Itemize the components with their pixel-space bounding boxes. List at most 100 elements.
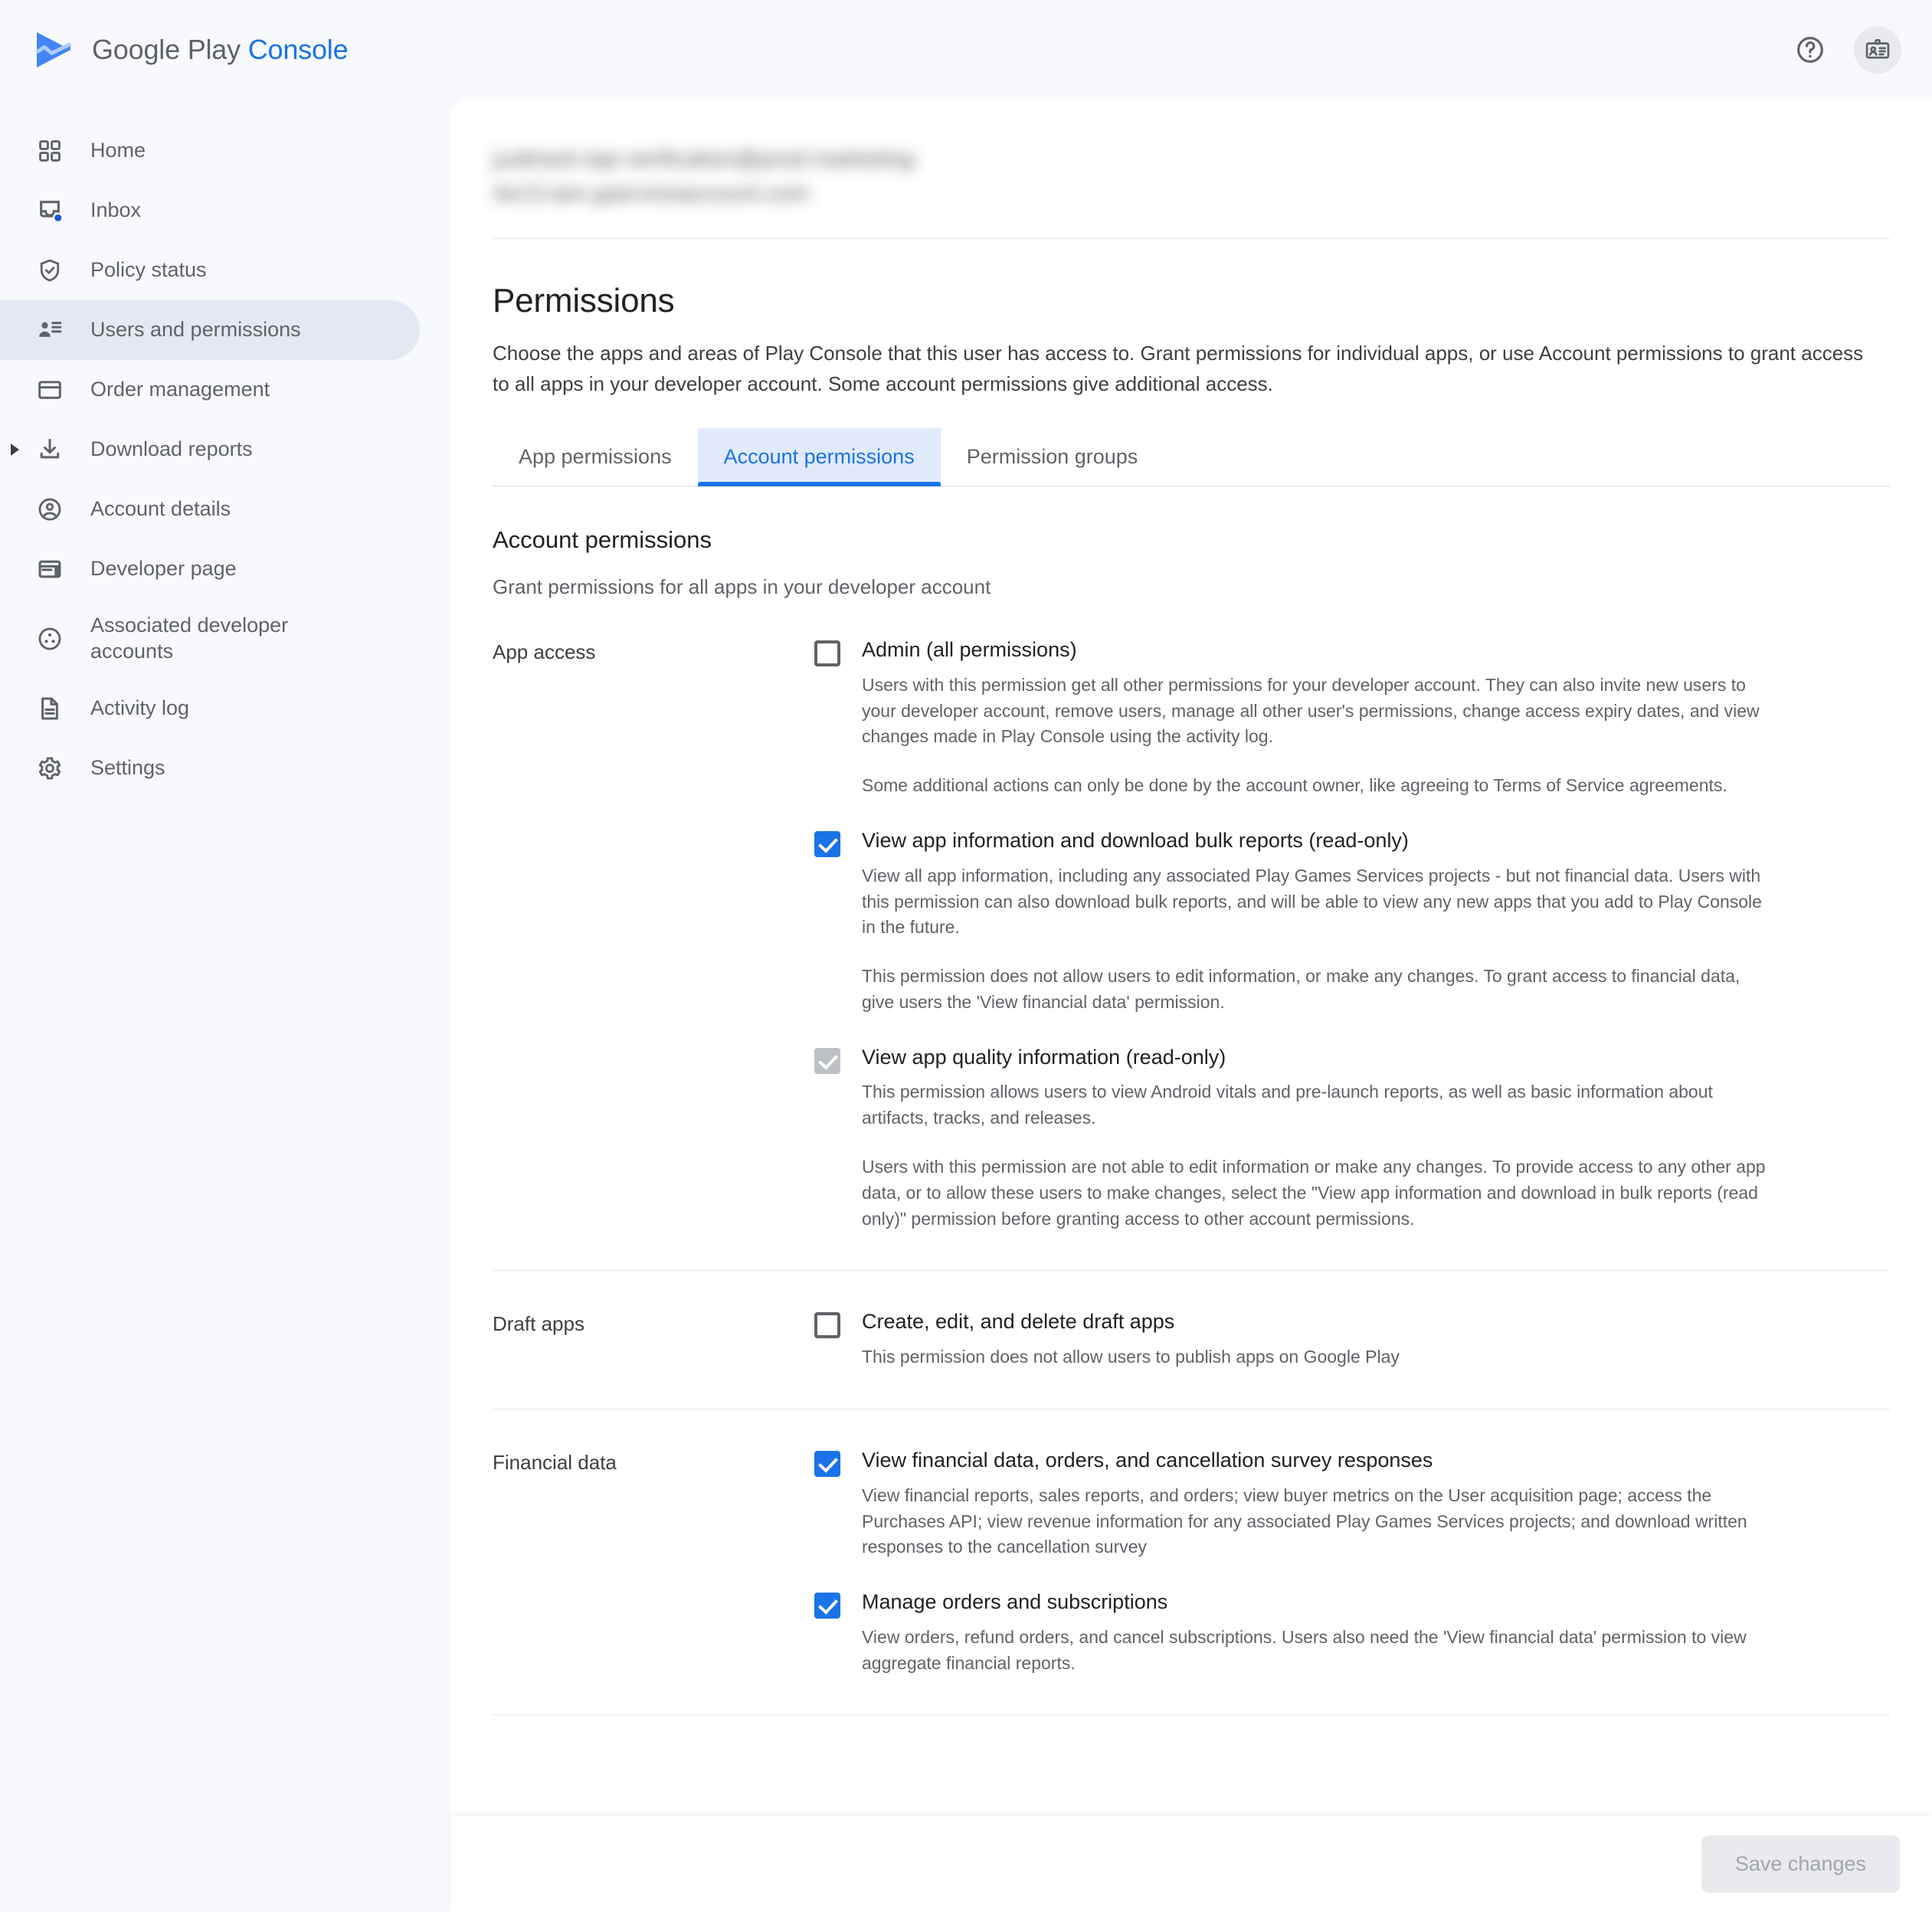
brand-title: Google Play Console	[92, 34, 349, 66]
sidebar-item-order-management[interactable]: Order management	[0, 360, 420, 420]
sidebar-item-label: Policy status	[90, 258, 207, 282]
permission-label: View app quality information (read-only)	[862, 1045, 1226, 1069]
permission-group-draft-apps: Draft apps Create, edit, and delete draf…	[493, 1271, 1890, 1370]
user-email-line-2: 4e13.iam.gserviceaccount.com	[493, 181, 810, 206]
permission-item-list: View financial data, orders, and cancell…	[814, 1448, 1890, 1676]
bottom-bar-sidebar-fill	[0, 1815, 450, 1912]
permission-description: View orders, refund orders, and cancel s…	[862, 1626, 1747, 1673]
sidebar-item-label: Activity log	[90, 696, 190, 720]
sidebar-item-account-details[interactable]: Account details	[0, 480, 420, 539]
sidebar-item-label: Settings	[90, 756, 165, 780]
permission-label: Create, edit, and delete draft apps	[862, 1310, 1175, 1334]
account-circle-icon	[32, 492, 67, 527]
permission-description: Users with this permission get all other…	[862, 674, 1760, 747]
permission-description: This permission does not allow users to …	[862, 966, 1740, 1012]
document-lines-icon	[32, 691, 67, 726]
page-description: Choose the apps and areas of Play Consol…	[493, 342, 1864, 395]
page-title: Permissions	[493, 282, 675, 319]
permission-item-admin: Admin (all permissions) Users with this …	[814, 637, 1890, 799]
user-identity-header: justtrack-tap-verification@prod-marketin…	[450, 100, 1932, 211]
content-card: justtrack-tap-verification@prod-marketin…	[450, 100, 1932, 1815]
checkbox-view-app-information[interactable]	[814, 830, 840, 857]
permission-group-label: App access	[493, 640, 596, 664]
top-bar: Google Play Console	[0, 0, 1932, 100]
permission-label: Manage orders and subscriptions	[862, 1590, 1168, 1614]
sidebar-item-label: Account details	[90, 497, 231, 521]
sidebar-item-policy-status[interactable]: Policy status	[0, 241, 420, 300]
save-changes-button[interactable]: Save changes	[1701, 1835, 1900, 1893]
checkbox-view-financial-data[interactable]	[814, 1450, 840, 1477]
permission-item-draft-apps: Create, edit, and delete draft apps This…	[814, 1309, 1890, 1370]
sidebar-item-settings[interactable]: Settings	[0, 738, 420, 798]
tab-permission-groups[interactable]: Permission groups	[941, 428, 1164, 486]
sidebar-item-label: Associated developer accounts	[90, 614, 289, 663]
bottom-action-bar: Save changes	[450, 1815, 1932, 1912]
permission-group-financial-data: Financial data View financial data, orde…	[493, 1409, 1890, 1676]
permission-text: View financial data, orders, and cancell…	[862, 1448, 1890, 1560]
permission-item-manage-orders: Manage orders and subscriptions View ord…	[814, 1590, 1890, 1676]
sidebar-item-developer-page[interactable]: Developer page	[0, 539, 420, 599]
user-email-redacted: justtrack-tap-verification@prod-marketin…	[493, 142, 1075, 211]
checkbox-view-app-quality-information	[814, 1047, 840, 1074]
checkbox-create-edit-delete-draft-apps[interactable]	[814, 1312, 840, 1339]
checkbox-admin[interactable]	[814, 640, 840, 667]
permission-label: View financial data, orders, and cancell…	[862, 1448, 1433, 1472]
sidebar-item-inbox[interactable]: Inbox	[0, 181, 420, 241]
permission-group-label: Draft apps	[493, 1312, 585, 1336]
grid-apps-icon	[32, 133, 67, 169]
permission-item-view-app-quality: View app quality information (read-only)…	[814, 1045, 1890, 1233]
permission-text: View app information and download bulk r…	[862, 828, 1890, 1016]
permission-text: Admin (all permissions) Users with this …	[862, 637, 1890, 799]
sidebar: Home Inbox Policy status Users and permi…	[0, 100, 450, 1912]
permission-description: Some additional actions can only be done…	[862, 775, 1727, 796]
inbox-icon	[32, 193, 67, 228]
users-permissions-icon	[32, 313, 67, 348]
permission-label: View app information and download bulk r…	[862, 828, 1409, 852]
permission-text: Create, edit, and delete draft apps This…	[862, 1309, 1890, 1370]
permission-label: Admin (all permissions)	[862, 638, 1077, 662]
play-console-logo-icon	[32, 28, 75, 71]
permissions-tabs: App permissions Account permissions Perm…	[493, 428, 1890, 487]
sidebar-item-associated-developer-accounts[interactable]: Associated developer accounts	[0, 599, 420, 679]
user-email-line-1: justtrack-tap-verification@prod-marketin…	[493, 146, 921, 172]
tab-account-permissions[interactable]: Account permissions	[697, 428, 941, 487]
top-bar-actions	[1786, 26, 1901, 74]
permission-group-label: Financial data	[493, 1450, 617, 1474]
permission-group-app-access: App access Admin (all permissions) Users…	[493, 599, 1890, 1232]
developer-page-icon	[32, 552, 67, 587]
group-divider	[493, 1714, 1890, 1716]
associated-accounts-icon	[32, 621, 67, 656]
download-icon	[32, 432, 67, 467]
shield-check-icon	[32, 253, 67, 288]
sidebar-item-download-reports[interactable]: Download reports	[0, 420, 420, 480]
tab-app-permissions[interactable]: App permissions	[493, 428, 698, 486]
permissions-section: Permissions Choose the apps and areas of…	[450, 282, 1932, 1716]
section-description: Grant permissions for all apps in your d…	[493, 575, 991, 599]
help-circle-icon[interactable]	[1786, 26, 1834, 74]
sidebar-item-label: Inbox	[90, 198, 142, 222]
section-title: Account permissions	[493, 526, 712, 554]
brand-title-secondary: Console	[247, 34, 349, 65]
sidebar-item-label: Home	[90, 139, 146, 162]
permission-description: View all app information, including any …	[862, 865, 1762, 938]
permission-description: Users with this permission are not able …	[862, 1157, 1766, 1229]
sidebar-item-label: Developer page	[90, 557, 237, 581]
permission-text: Manage orders and subscriptions View ord…	[862, 1590, 1890, 1676]
id-badge-icon[interactable]	[1854, 26, 1901, 74]
permission-item-list: Create, edit, and delete draft apps This…	[814, 1309, 1890, 1370]
checkbox-manage-orders-and-subscriptions[interactable]	[814, 1593, 840, 1619]
sidebar-item-label: Order management	[90, 378, 270, 401]
brand-title-primary: Google Play	[92, 34, 241, 65]
sidebar-item-users-and-permissions[interactable]: Users and permissions	[0, 300, 420, 360]
chevron-right-icon[interactable]	[11, 444, 19, 456]
credit-card-icon	[32, 372, 67, 408]
sidebar-item-label: Download reports	[90, 437, 253, 461]
permission-description: This permission does not allow users to …	[862, 1347, 1400, 1367]
permission-item-view-app-info: View app information and download bulk r…	[814, 828, 1890, 1016]
sidebar-item-home[interactable]: Home	[0, 121, 420, 181]
sidebar-item-activity-log[interactable]: Activity log	[0, 679, 420, 738]
permission-description: This permission allows users to view And…	[862, 1082, 1713, 1128]
gear-icon	[32, 751, 67, 786]
brand[interactable]: Google Play Console	[32, 28, 349, 71]
permission-description: View financial reports, sales reports, a…	[862, 1485, 1747, 1557]
